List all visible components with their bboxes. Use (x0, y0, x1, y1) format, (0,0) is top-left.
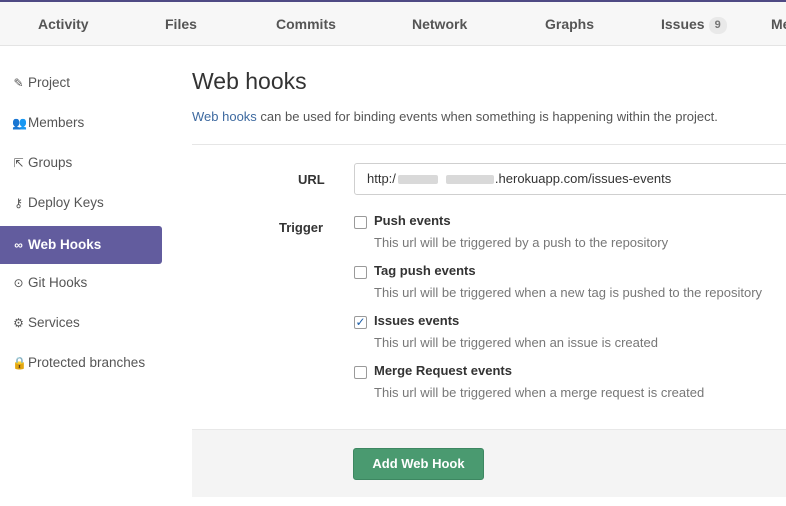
description-text: can be used for binding events when some… (256, 109, 718, 124)
sidebar-item-protected-branches[interactable]: 🔒Protected branches (0, 344, 162, 382)
check-icon: ✓ (355, 315, 366, 329)
sidebar-item-label: Web Hooks (28, 237, 102, 252)
tab-label: Issues (661, 16, 705, 32)
push-events-checkbox[interactable] (354, 216, 367, 229)
tab-label: Me (771, 16, 786, 32)
sidebar-item-git-hooks[interactable]: ⊙ Git Hooks (0, 264, 162, 302)
trigger-title[interactable]: Push events (374, 213, 451, 228)
tab-commits[interactable]: Commits (276, 2, 336, 46)
tab-label: Commits (276, 16, 336, 32)
trigger-help: This url will be triggered by a push to … (374, 235, 669, 250)
sidebar-item-web-hooks[interactable]: ∞ Web Hooks (0, 226, 162, 264)
tab-graphs[interactable]: Graphs (545, 2, 594, 46)
tab-network[interactable]: Network (412, 2, 467, 46)
sidebar-item-services[interactable]: ⚙ Services (0, 304, 162, 342)
sidebar-item-label: Groups (28, 155, 73, 170)
lock-icon: 🔒 (12, 356, 27, 370)
trigger-label: Trigger (279, 220, 324, 235)
trigger-title[interactable]: Issues events (374, 313, 459, 328)
sidebar-item-project[interactable]: ✎ Project (0, 64, 162, 102)
sidebar-item-members[interactable]: 👥Members (0, 104, 162, 142)
tab-issues[interactable]: Issues 9 (661, 2, 727, 46)
url-label: URL (298, 172, 325, 187)
tag-push-events-checkbox[interactable] (354, 266, 367, 279)
edit-icon: ✎ (13, 76, 24, 90)
redacted-blur (397, 175, 438, 184)
tab-label: Network (412, 16, 468, 32)
trigger-help: This url will be triggered when a new ta… (374, 285, 763, 300)
url-suffix: .herokuapp.com/issues-events (494, 171, 672, 186)
circle-arrow-up-icon: ⊙ (13, 276, 24, 290)
trigger-title[interactable]: Merge Request events (374, 363, 512, 378)
link-icon: ∞ (14, 238, 23, 252)
tab-label: Activity (38, 16, 89, 32)
tab-merge-requests[interactable]: Me (771, 2, 786, 46)
sidebar-item-label: Deploy Keys (28, 195, 104, 210)
add-web-hook-button[interactable]: Add Web Hook (353, 448, 484, 480)
divider (192, 144, 786, 145)
web-hooks-panel: Web hooks Web hooks can be used for bind… (192, 46, 786, 506)
sidebar-item-label: Project (28, 75, 71, 90)
settings-sidebar: ✎ Project 👥Members ⇱ Groups ⚷ Deploy Keys ∞… (0, 46, 170, 506)
merge-request-events-checkbox[interactable] (354, 366, 367, 379)
web-hooks-doc-link[interactable]: Web hooks (192, 109, 257, 124)
trigger-title[interactable]: Tag push events (374, 263, 476, 278)
trigger-help: This url will be triggered when a merge … (374, 385, 705, 400)
users-icon: 👥 (12, 116, 27, 130)
issues-events-checkbox[interactable]: ✓ (354, 316, 367, 329)
form-actions: Add Web Hook (192, 429, 786, 497)
redacted-blur (445, 175, 494, 184)
sidebar-item-deploy-keys[interactable]: ⚷ Deploy Keys (0, 184, 162, 222)
tab-label: Graphs (545, 16, 595, 32)
key-icon: ⚷ (14, 196, 23, 210)
sidebar-item-groups[interactable]: ⇱ Groups (0, 144, 162, 182)
tab-label: Files (165, 16, 197, 32)
page-description: Web hooks can be used for binding events… (192, 109, 718, 124)
url-prefix: http:/ (367, 171, 396, 186)
sidebar-item-label: Members (28, 115, 85, 130)
cogs-icon: ⚙ (13, 316, 24, 330)
tab-files[interactable]: Files (165, 2, 197, 46)
project-nav-tabs: Activity Files Commits Network Graphs Is… (0, 0, 786, 46)
trigger-help: This url will be triggered when an issue… (374, 335, 658, 350)
url-input[interactable]: http:/ .herokuapp.com/issues-events (354, 163, 786, 195)
issues-count-badge: 9 (708, 17, 727, 34)
sidebar-item-label: Protected branches (28, 355, 146, 370)
sidebar-item-label: Git Hooks (28, 275, 88, 290)
external-link-icon: ⇱ (13, 156, 24, 170)
page-title: Web hooks (192, 68, 307, 94)
tab-activity[interactable]: Activity (38, 2, 89, 46)
sidebar-item-label: Services (28, 315, 80, 330)
